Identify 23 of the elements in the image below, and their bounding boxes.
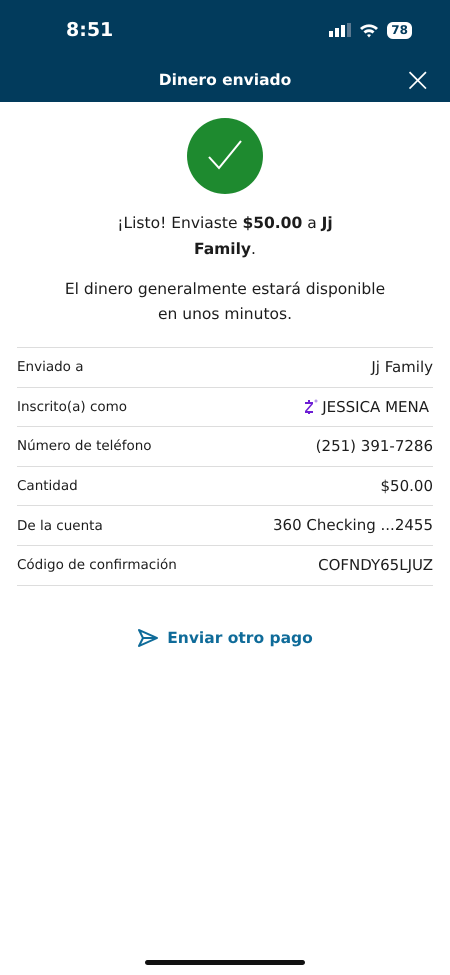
detail-value: JESSICA MENA [322,396,429,418]
signal-icon [329,23,352,37]
status-time: 8:51 [66,18,114,43]
detail-value: $50.00 [380,476,433,497]
detail-value: (251) 391-7286 [316,436,433,458]
screen-title: Dinero enviado [158,70,292,92]
detail-label: Enviado a [17,358,84,378]
close-button[interactable]: × [404,63,432,97]
detail-label: Código de confirmación [17,556,177,576]
detail-label: De la cuenta [17,516,103,536]
detail-value: COFNDY65LJUZ [318,555,433,576]
detail-value: 360 Checking ...2455 [273,515,433,536]
zelle-icon [304,398,318,415]
confirmation-message: ¡Listo! Enviaste $50.00 a Jj Family. [116,213,334,260]
wifi-icon [359,22,380,38]
detail-label: Cantidad [17,476,78,496]
battery-level: 78 [387,22,412,38]
availability-note: El dinero generalmente estará disponible en unos minutos. [64,279,386,325]
send-another-payment-link[interactable]: Enviar otro pago [131,626,319,651]
detail-value: Jj Family [371,357,433,378]
detail-label: Número de teléfono [17,437,152,456]
send-icon [137,628,160,648]
detail-label: Inscrito(a) como [17,398,128,417]
